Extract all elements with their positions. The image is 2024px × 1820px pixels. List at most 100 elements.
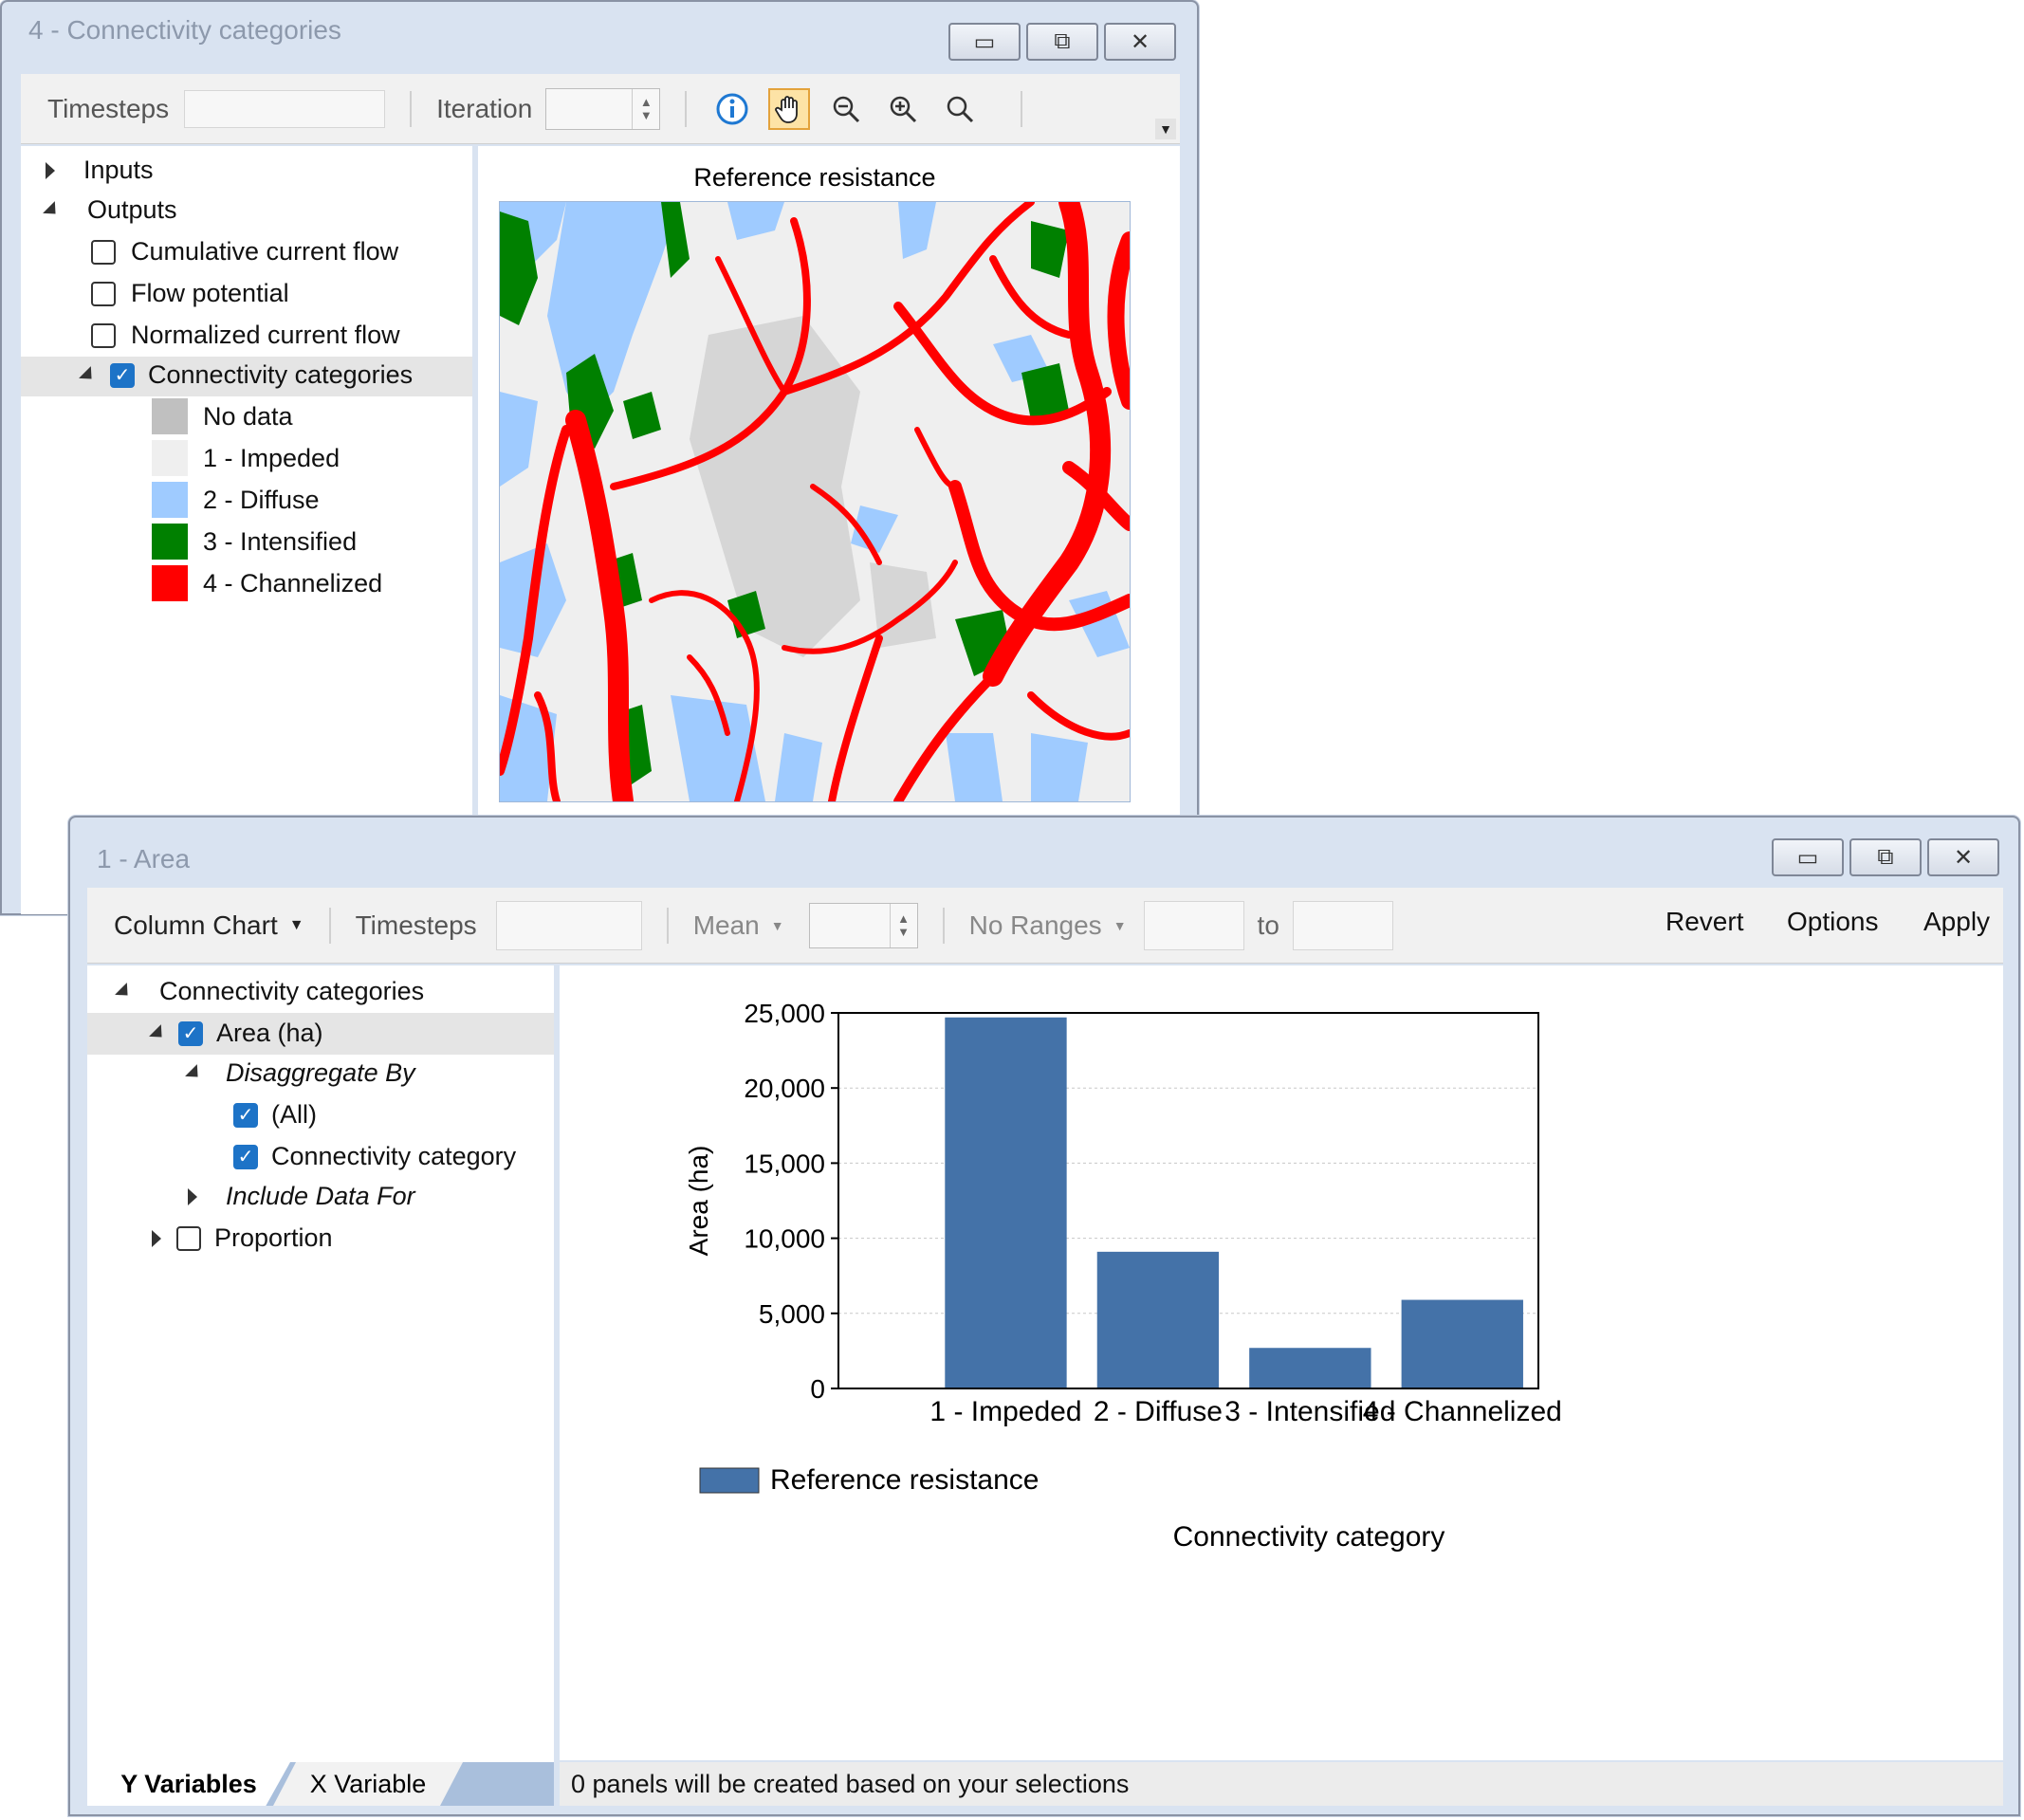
y-tick-label: 25,000 [744,999,825,1028]
bar [1096,1251,1220,1388]
area-label: Area (ha) [216,1019,323,1047]
iteration-label: Iteration [436,93,533,123]
pan-hand-icon[interactable] [768,87,811,130]
zoom-in-icon[interactable] [882,88,924,130]
chart-type-dropdown[interactable]: Column Chart ▼ [114,910,304,941]
raster-map[interactable] [499,201,1131,802]
tree-node-all[interactable]: ✓ (All) [233,1100,317,1130]
revert-button[interactable]: Revert [1665,907,1743,937]
close-icon: ✕ [1953,844,1974,871]
area-window: 1 - Area ▭ ⧉ ✕ Column Chart ▼ Timesteps … [68,816,2020,1816]
legend-swatch [152,440,188,476]
checkbox[interactable] [91,322,116,348]
mean-stepper[interactable]: ▲ ▼ [808,902,918,948]
collapse-arrow-icon[interactable] [43,200,62,220]
tab-y-variables-label: Y Variables [120,1769,257,1798]
expand-arrow-icon[interactable] [46,161,55,179]
zoom-extent-icon[interactable] [939,88,981,130]
checkbox-checked[interactable]: ✓ [178,1020,203,1046]
apply-button[interactable]: Apply [1923,907,1990,937]
collapse-arrow-icon[interactable] [115,982,134,1002]
status-bar: 0 panels will be created based on your s… [560,1762,2003,1806]
close-button[interactable]: ✕ [1104,23,1176,61]
tree-node-area[interactable]: ✓ Area (ha) [149,1019,323,1048]
timesteps-input[interactable] [495,900,642,950]
minimize-icon: ▭ [973,28,996,55]
legend-item: 3 - Intensified [152,524,357,560]
legend-swatch [152,565,188,601]
stepper-arrows-icon[interactable]: ▲ ▼ [889,903,917,947]
tree-node-normalized-current-flow[interactable]: Normalized current flow [91,321,400,350]
ranges-dropdown[interactable]: No Ranges ▼ [969,910,1127,941]
y-tick-label: 15,000 [744,1149,825,1178]
collapse-arrow-icon[interactable] [79,365,98,385]
chevron-down-icon: ▼ [288,916,304,933]
timesteps-label: Timesteps [47,93,170,123]
expand-arrow-icon[interactable] [188,1187,197,1205]
tree-node-include-data-for[interactable]: Include Data For [188,1182,415,1211]
tree-node-connectivity-categories[interactable]: Connectivity categories [115,977,424,1006]
range-from-input[interactable] [1143,900,1244,950]
collapse-arrow-icon[interactable] [149,1023,168,1043]
x-tick-label: 1 - Impeded [929,1396,1081,1427]
chart-panel: 0 5,000 10,000 15,000 20,000 25,000 1 - Impede… [560,965,2003,1760]
restore-button[interactable]: ⧉ [1849,838,1922,876]
tree-node-connectivity-category[interactable]: ✓ Connectivity category [233,1142,516,1171]
iteration-stepper[interactable]: ▲ ▼ [545,87,661,130]
map-panel: Reference resistance [478,146,1180,914]
y-axis-label: Area (ha) [684,1146,713,1257]
connectivity-category-label: Connectivity category [271,1142,517,1170]
legend-swatch [152,398,188,434]
legend-label: No data [203,401,293,431]
tree-node-flow-potential[interactable]: Flow potential [91,279,289,308]
checkbox[interactable] [91,281,116,306]
expand-arrow-icon[interactable] [152,1229,161,1247]
tree-node-connectivity-categories[interactable]: ✓ Connectivity categories [79,360,413,390]
restore-button[interactable]: ⧉ [1026,23,1098,61]
minimize-button[interactable]: ▭ [948,23,1021,61]
outputs-label: Outputs [87,195,177,224]
checkbox-checked[interactable]: ✓ [233,1144,258,1169]
area-window-controls: ▭ ⧉ ✕ [1772,838,1999,876]
tree-node-outputs[interactable]: Outputs [43,195,177,225]
tree-node-disaggregate-by[interactable]: Disaggregate By [185,1058,415,1088]
minimize-icon: ▭ [1796,844,1819,871]
restore-icon: ⧉ [1877,844,1894,870]
mean-stepper-value [810,904,890,947]
legend-label: 2 - Diffuse [203,485,320,514]
variable-tabs: Y Variables X Variable [87,1762,554,1806]
proportion-label: Proportion [214,1223,333,1252]
checkbox[interactable] [91,239,116,265]
checkbox[interactable] [176,1225,201,1251]
collapse-arrow-icon[interactable] [185,1063,204,1083]
chart-toolbar: Column Chart ▼ Timesteps Mean ▼ ▲ ▼ No Ra… [87,888,2003,964]
zoom-out-icon[interactable] [825,88,867,130]
options-button[interactable]: Options [1787,907,1879,937]
mean-dropdown[interactable]: Mean ▼ [693,910,784,941]
bar [945,1017,1067,1388]
tree-node-inputs[interactable]: Inputs [46,156,154,185]
legend-item: No data [152,398,293,434]
range-to-input[interactable] [1292,900,1393,950]
info-icon[interactable] [711,88,753,130]
minimize-button[interactable]: ▭ [1772,838,1844,876]
toolbar-overflow-icon[interactable]: ▼ [1155,119,1176,139]
checkbox-checked[interactable]: ✓ [110,362,135,388]
map-window: 4 - Connectivity categories ▭ ⧉ ✕ Timest… [0,0,1199,915]
tab-y-variables[interactable]: Y Variables [87,1762,290,1806]
checkbox-checked[interactable]: ✓ [233,1102,258,1128]
tree-node-cumulative-current-flow[interactable]: Cumulative current flow [91,237,398,267]
toolbar-separator [410,90,413,127]
legend-label: Reference resistance [770,1464,1039,1496]
no-ranges-label: No Ranges [968,910,1102,940]
y-tick-label: 0 [810,1374,825,1404]
stepper-arrows-icon[interactable]: ▲ ▼ [632,88,659,129]
cumulative-current-flow-label: Cumulative current flow [131,237,399,266]
tab-x-variable[interactable]: X Variable [273,1762,463,1806]
map-window-controls: ▭ ⧉ ✕ [948,23,1176,61]
tree-node-proportion[interactable]: Proportion [152,1223,333,1253]
restore-icon: ⧉ [1054,28,1071,54]
status-text: 0 panels will be created based on your s… [571,1769,1130,1798]
close-button[interactable]: ✕ [1927,838,1999,876]
timesteps-input[interactable] [184,89,386,128]
